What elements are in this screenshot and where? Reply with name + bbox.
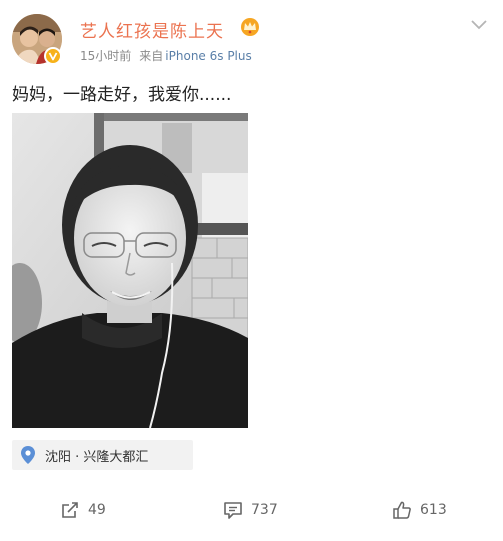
action-bar: 49 737 613	[0, 490, 503, 530]
comment-count: 737	[251, 502, 278, 518]
comment-button[interactable]: 737	[223, 500, 278, 520]
repost-icon	[62, 502, 78, 518]
post-meta: 15小时前 来自 iPhone 6s Plus	[80, 47, 252, 64]
chevron-down-icon[interactable]	[470, 18, 488, 32]
like-icon	[393, 501, 411, 519]
post-photo[interactable]	[12, 113, 248, 428]
post-time: 15小时前	[80, 49, 132, 63]
like-button[interactable]: 613	[392, 500, 447, 520]
verified-badge-icon	[44, 47, 62, 65]
source-device-link[interactable]: iPhone 6s Plus	[165, 49, 251, 63]
comment-icon	[224, 502, 242, 519]
location-pin-icon	[21, 446, 35, 464]
source-prefix: 来自	[139, 49, 164, 63]
repost-button[interactable]: 49	[60, 500, 106, 520]
username[interactable]: 艺人红孩是陈上天	[80, 17, 224, 42]
post-text: 妈妈，一路走好，我爱你......	[12, 85, 232, 105]
location-label: 沈阳 · 兴隆大都汇	[45, 449, 149, 465]
photo-image	[12, 113, 248, 428]
like-count: 613	[420, 502, 447, 518]
location-tag[interactable]: 沈阳 · 兴隆大都汇	[12, 440, 193, 470]
crown-icon	[241, 18, 259, 36]
repost-count: 49	[88, 502, 106, 518]
weibo-post: 艺人红孩是陈上天 15小时前 来自 iPhone 6s Plus 妈妈，一路走好，我…	[0, 0, 503, 541]
